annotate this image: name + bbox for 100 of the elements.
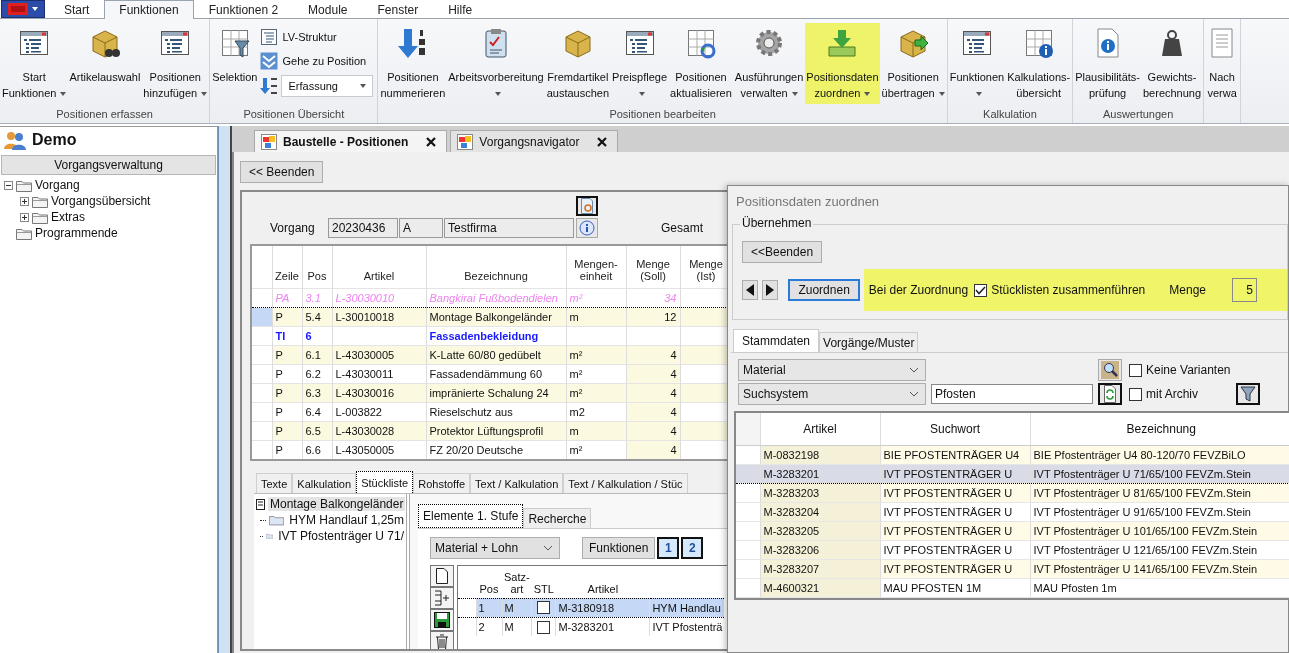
ribbon-button[interactable]: Gehe zu Position — [260, 51, 374, 71]
ribbon-button[interactable]: Preispflege — [611, 23, 669, 104]
detail-tab[interactable]: Text / Kalkulation — [470, 473, 564, 493]
column-header: Bezeichnung — [1030, 413, 1289, 445]
table-cell: 5.4 — [302, 307, 332, 326]
expand-icon[interactable] — [20, 196, 29, 206]
detail-tab[interactable]: Stückliste — [356, 471, 414, 493]
number-field[interactable]: 20230436 — [328, 218, 398, 238]
tree-item[interactable]: Programmende — [35, 226, 118, 240]
ribbon-button[interactable]: Positionsdaten zuordnen — [805, 23, 880, 104]
toolbar-button[interactable] — [430, 631, 454, 649]
back-button[interactable]: << Beenden — [240, 161, 324, 183]
checkbox[interactable] — [1129, 387, 1142, 401]
app-menu-button[interactable] — [1, 0, 45, 18]
filter-button[interactable] — [1236, 383, 1260, 405]
ribbon-button[interactable]: Kalkulations- übersicht — [1006, 23, 1072, 104]
ribbon-button[interactable]: Fremdartikel austauschen — [545, 23, 611, 104]
element-tab[interactable]: Recherche — [523, 508, 592, 528]
ribbon-button[interactable]: Selektion — [211, 23, 259, 104]
tree-item[interactable]: Vorgang — [35, 178, 80, 192]
tab[interactable]: Stammdaten — [733, 329, 820, 352]
collapse-icon[interactable] — [4, 180, 13, 190]
previous-button[interactable] — [742, 280, 759, 300]
table-cell: L-43030005 — [332, 345, 426, 364]
detail-tab[interactable]: Kalkulation — [292, 473, 357, 493]
table-cell: Protektor Lüftungsprofil — [426, 421, 566, 440]
option-label: Bei der Zuordnung — [868, 283, 969, 297]
detail-tab[interactable]: Rohstoffe — [413, 473, 471, 493]
ribbon-button[interactable]: Ausführungen verwalten — [733, 23, 805, 104]
tree-item[interactable]: HYM Handlauf 1,25m — [287, 513, 406, 527]
new-document-icon — [433, 567, 451, 585]
tab[interactable]: Vorgänge/Muster — [819, 332, 919, 352]
expand-icon[interactable] — [20, 212, 29, 222]
tree-item[interactable]: Extras — [51, 210, 85, 224]
checkbox[interactable] — [1129, 363, 1142, 377]
menu-tab[interactable]: Fenster — [362, 0, 434, 18]
table-cell: 6 — [302, 326, 332, 345]
document-tab[interactable]: Baustelle - Positionen — [254, 130, 448, 152]
element-tab[interactable]: Elemente 1. Stufe — [418, 504, 524, 528]
search-field[interactable]: Pfosten — [931, 384, 1093, 404]
ribbon-button[interactable]: Plausibilitäts- prüfung — [1074, 23, 1141, 104]
ribbon-button[interactable]: Positionen hinzufügen — [142, 23, 209, 104]
column-header: Satz-art — [502, 566, 532, 598]
table-cell: L-43030028 — [332, 421, 426, 440]
level-button[interactable]: 2 — [681, 537, 704, 559]
ribbon-button[interactable]: Artikelauswahl — [68, 23, 142, 104]
group-label: Positionen bearbeiten — [609, 107, 716, 120]
dropdown[interactable]: Suchsystem — [738, 383, 926, 405]
menu-tab[interactable]: Module — [293, 0, 363, 18]
info-button[interactable] — [576, 218, 598, 238]
assign-button[interactable]: Zuordnen — [788, 279, 860, 301]
ribbon-button[interactable]: Positionen nummerieren — [379, 23, 447, 104]
detail-tab[interactable]: Text / Kalkulation / Stüc — [563, 473, 688, 493]
tree-item[interactable]: Vorgangsübersicht — [51, 194, 151, 208]
detail-tab[interactable]: Texte — [256, 473, 293, 493]
people-icon — [4, 130, 26, 150]
quantity-field[interactable]: 5 — [1232, 278, 1257, 302]
ribbon-button[interactable]: Funktionen — [948, 23, 1006, 104]
sort-icon — [260, 77, 279, 95]
folder-icon — [32, 210, 48, 224]
back-button[interactable]: <<Beenden — [742, 241, 823, 263]
menu-tab[interactable]: Start — [49, 0, 105, 18]
ribbon-button[interactable]: Positionen übertragen — [880, 23, 946, 104]
functions-button[interactable]: Funktionen — [582, 537, 656, 559]
ribbon-button[interactable]: Nach verwa — [1205, 23, 1240, 104]
refresh-button[interactable] — [1098, 383, 1122, 405]
menu-tab[interactable]: Funktionen 2 — [193, 0, 294, 18]
tree-item[interactable]: Montage Balkongeländer — [268, 497, 406, 511]
table-cell: P — [272, 307, 302, 326]
toolbar-button[interactable] — [430, 609, 454, 631]
search-button[interactable] — [1098, 359, 1122, 381]
toolbar-button[interactable] — [430, 565, 454, 587]
variant-field[interactable]: A — [399, 218, 443, 238]
tree-item[interactable]: IVT Pfostenträger U 71/ — [276, 529, 406, 543]
customer-field[interactable]: Testfirma — [444, 218, 574, 238]
next-button[interactable] — [762, 280, 779, 300]
group-label: Positionen erfassen — [56, 107, 153, 120]
table-cell: 6.3 — [302, 383, 332, 402]
table-cell: L-30010018 — [332, 307, 426, 326]
sort-dropdown[interactable]: Erfassung — [281, 75, 374, 97]
checkbox[interactable] — [974, 283, 988, 297]
menu-tab[interactable]: Hilfe — [433, 0, 488, 18]
ribbon-button[interactable]: Start Funktionen — [1, 23, 68, 104]
level-button[interactable]: 1 — [657, 537, 680, 559]
splitter-bar[interactable] — [218, 126, 232, 653]
ribbon-button[interactable]: Positionen aktualisieren — [669, 23, 733, 104]
ribbon-button[interactable]: Gewichts- berechnung — [1142, 23, 1203, 104]
dropdown[interactable]: Material — [738, 359, 926, 381]
preview-button[interactable] — [576, 196, 598, 216]
table-cell: 2 — [476, 617, 502, 636]
checkbox[interactable] — [537, 620, 551, 634]
ribbon-button[interactable]: LV-Struktur — [260, 27, 374, 47]
checkbox[interactable] — [537, 601, 551, 615]
ribbon-button[interactable]: Arbeitsvorbereitung — [447, 23, 545, 104]
table-cell: IVT Pfostenträger U 81/65/100 FEVZm.Stein — [1030, 483, 1289, 502]
menu-tab[interactable]: Funktionen — [104, 0, 194, 19]
document-tab[interactable]: Vorgangsnavigator — [450, 130, 619, 152]
save-icon — [433, 611, 451, 629]
type-dropdown[interactable]: Material + Lohn — [430, 537, 560, 559]
caret-icon — [32, 7, 38, 11]
